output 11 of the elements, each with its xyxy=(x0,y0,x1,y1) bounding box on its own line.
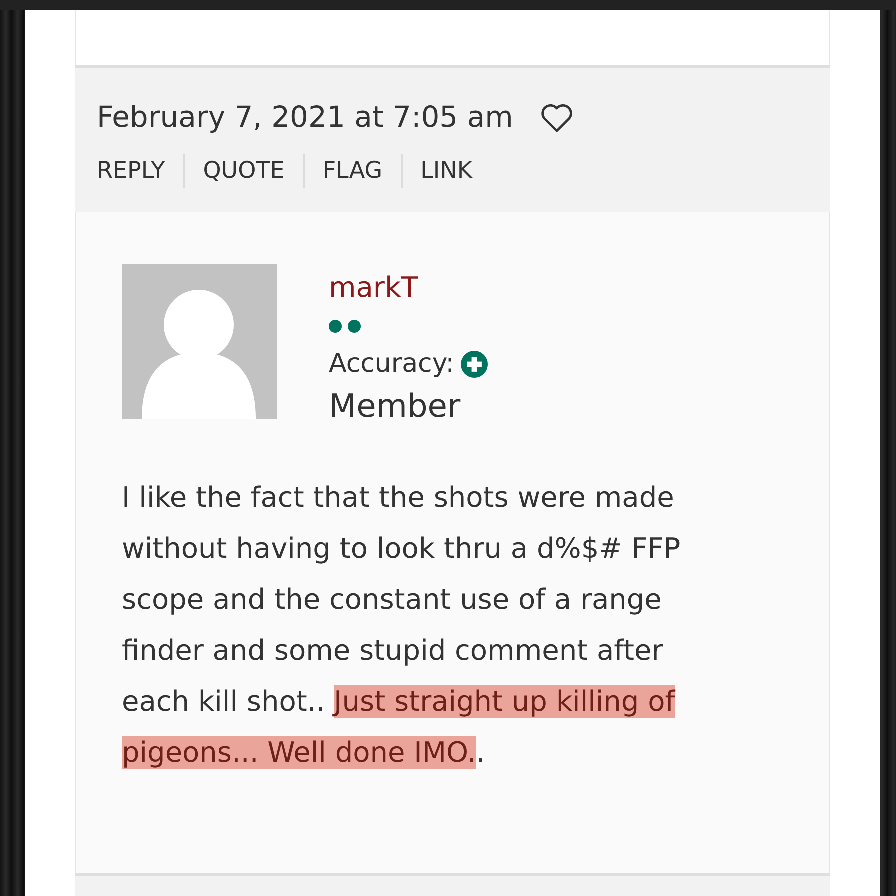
member-role: Member xyxy=(329,386,462,427)
comment-action-link[interactable]: FLAG xyxy=(322,154,383,188)
heart-icon[interactable] xyxy=(539,102,576,134)
comment-action-link[interactable]: LINK xyxy=(420,154,472,188)
accuracy-label: Accuracy: xyxy=(329,348,455,381)
plus-circle-icon[interactable] xyxy=(460,351,488,378)
comment-date: February 7, 2021 at 7:05 am xyxy=(97,99,514,136)
comment-action-link[interactable]: QUOTE xyxy=(203,154,285,188)
author-name[interactable]: markT xyxy=(329,270,488,306)
rank-dots-icon xyxy=(329,320,361,333)
comment-action-link[interactable]: REPLY xyxy=(97,154,166,188)
